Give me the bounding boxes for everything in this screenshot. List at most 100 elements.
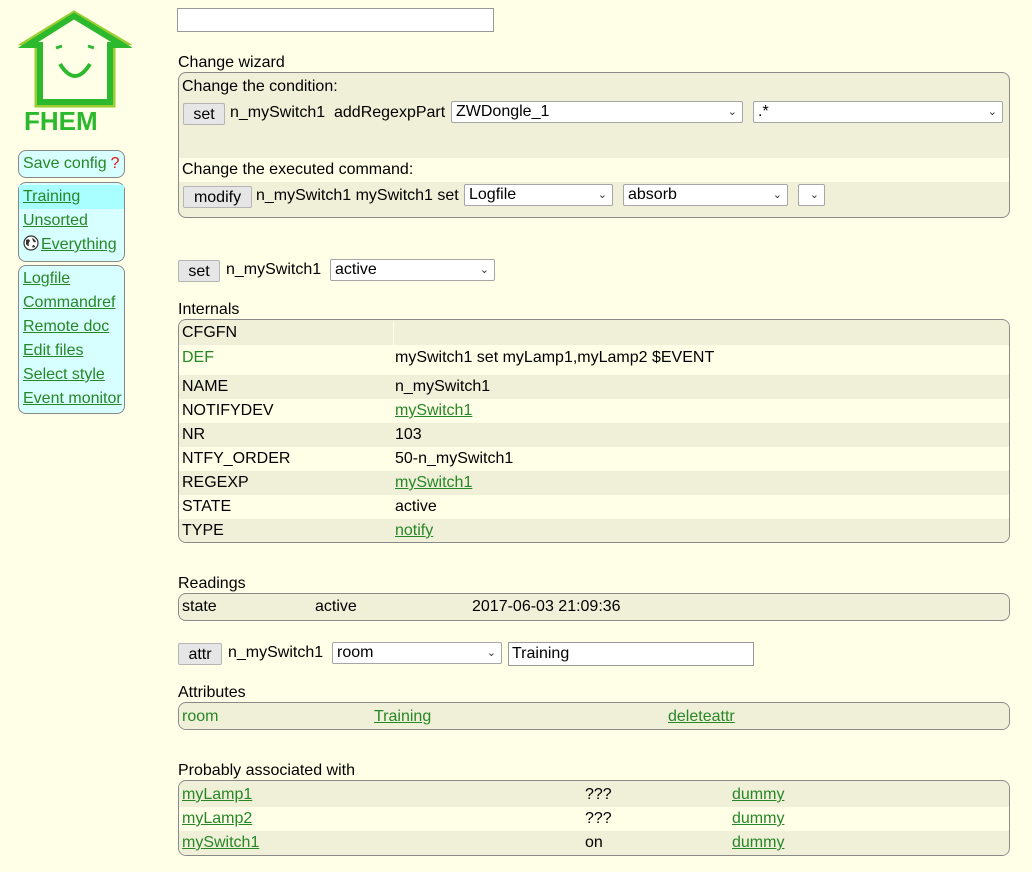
save-config-help[interactable]: ? [111,155,120,172]
internal-value: active [395,498,437,515]
chevron-down-icon: ⌄ [486,647,496,659]
globe-icon [23,235,39,251]
chevron-down-icon: ⌄ [987,106,997,118]
assoc-type-link[interactable]: dummy [732,831,784,855]
save-config-label: Save config [23,155,107,172]
command-text: n_mySwitch1 mySwitch1 set [256,187,459,204]
command-action-select[interactable]: absorb ⌄ [623,184,788,206]
internal-value: n_mySwitch1 [395,378,491,395]
menu-logfile[interactable]: Logfile [19,267,124,291]
set-value-select-value: active [335,261,377,278]
command-device-select[interactable]: Logfile ⌄ [464,184,613,206]
chevron-down-icon: ⌄ [772,189,782,201]
menu-edit-files[interactable]: Edit files [19,339,124,363]
room-everything-label: Everything [41,236,117,253]
chevron-down-icon: ⌄ [597,189,607,201]
attributes-table: room Training deleteattr [178,702,1010,730]
internal-key: CFGFN [182,324,238,341]
room-training[interactable]: Training [19,185,124,209]
chevron-down-icon: ⌄ [479,264,489,276]
chevron-down-icon: ⌄ [727,106,737,118]
assoc-device-link[interactable]: myLamp1 [182,783,252,807]
attr-name-select-value: room [337,644,374,661]
menu-select-style[interactable]: Select style [19,363,124,387]
table-row: myLamp2 ??? dummy [179,807,1009,831]
internals-table: CFGFN DEF mySwitch1 set myLamp1,myLamp2 … [178,319,1010,543]
menu-remote-doc[interactable]: Remote doc [19,315,124,339]
chevron-down-icon: ⌄ [809,189,819,201]
assoc-state: ??? [585,810,612,827]
table-row: NOTIFYDEV mySwitch1 [179,399,1009,423]
attribute-value-link[interactable]: Training [374,705,431,729]
table-row: room Training deleteattr [179,705,1009,729]
table-row: myLamp1 ??? dummy [179,783,1009,807]
menu-commandref[interactable]: Commandref [19,291,124,315]
reading-value: active [315,598,357,615]
internal-value: 50-n_mySwitch1 [395,450,514,467]
attribute-name[interactable]: room [182,705,218,729]
table-row: NTFY_ORDER 50-n_mySwitch1 [179,447,1009,471]
attr-value-input[interactable]: Training [508,642,754,666]
assoc-table: myLamp1 ??? dummy myLamp2 ??? dummy mySw… [178,780,1010,856]
internal-key: NAME [182,378,229,395]
internal-key: STATE [182,498,232,515]
reading-name: state [182,598,217,615]
assoc-type-link[interactable]: dummy [732,783,784,807]
command-device-select-value: Logfile [469,186,517,203]
readings-table: state active 2017-06-03 21:09:36 [178,593,1010,621]
table-row: TYPE notify [179,519,1009,542]
command-extra-select[interactable]: ⌄ [798,184,825,206]
set-value-select[interactable]: active ⌄ [330,259,495,281]
assoc-state: on [585,834,603,851]
condition-regexp-select[interactable]: .* ⌄ [753,101,1003,123]
attr-name-select[interactable]: room ⌄ [332,642,502,664]
internals-title: Internals [178,301,240,318]
room-everything[interactable]: Everything [19,233,124,257]
internal-value: mySwitch1 set myLamp1,myLamp2 $EVENT [395,349,715,366]
assoc-device-link[interactable]: myLamp2 [182,807,252,831]
attr-button[interactable]: attr [178,643,222,665]
room-menu: Training Unsorted Everything [18,182,125,262]
set-button[interactable]: set [178,260,220,282]
table-row: STATE active [179,495,1009,519]
table-row: NR 103 [179,423,1009,447]
internal-key: REGEXP [182,474,249,491]
command-input[interactable] [177,8,494,32]
fhem-logo[interactable]: FHEM [17,8,133,136]
assoc-state: ??? [585,786,612,803]
modify-button[interactable]: modify [183,186,252,208]
logo-text: FHEM [24,106,98,136]
table-row: DEF mySwitch1 set myLamp1,myLamp2 $EVENT [179,345,1009,375]
readings-title: Readings [178,575,246,592]
internal-value-link[interactable]: mySwitch1 [395,471,472,495]
reading-time: 2017-06-03 21:09:36 [472,598,621,615]
assoc-device-link[interactable]: mySwitch1 [182,831,259,855]
internal-value-link[interactable]: notify [395,519,433,542]
wizard-set-button[interactable]: set [183,103,225,125]
menu-event-monitor[interactable]: Event monitor [19,387,124,411]
attr-device: n_mySwitch1 [228,644,324,661]
wizard-title: Change wizard [178,54,285,71]
internal-value: 103 [395,426,422,443]
internal-key-link[interactable]: DEF [182,345,214,371]
assoc-title: Probably associated with [178,762,355,779]
internal-value-link[interactable]: mySwitch1 [395,399,472,423]
table-row: REGEXP mySwitch1 [179,471,1009,495]
condition-device-select-value: ZWDongle_1 [456,103,550,120]
internal-key: NR [182,426,206,443]
save-config-link[interactable]: Save config? [19,151,124,177]
internal-key: TYPE [182,522,224,539]
condition-regexp-select-value: .* [758,103,769,120]
table-row: mySwitch1 on dummy [179,831,1009,855]
internal-key: NTFY_ORDER [182,450,291,467]
room-unsorted[interactable]: Unsorted [19,209,124,233]
attributes-title: Attributes [178,684,246,701]
table-row: state active 2017-06-03 21:09:36 [179,595,1009,619]
command-label: Change the executed command: [182,161,414,178]
assoc-type-link[interactable]: dummy [732,807,784,831]
condition-device-select[interactable]: ZWDongle_1 ⌄ [451,101,743,123]
tools-menu: Logfile Commandref Remote doc Edit files… [18,265,125,414]
table-row: NAME n_mySwitch1 [179,375,1009,399]
command-action-select-value: absorb [628,186,677,203]
delete-attr-link[interactable]: deleteattr [668,705,735,729]
